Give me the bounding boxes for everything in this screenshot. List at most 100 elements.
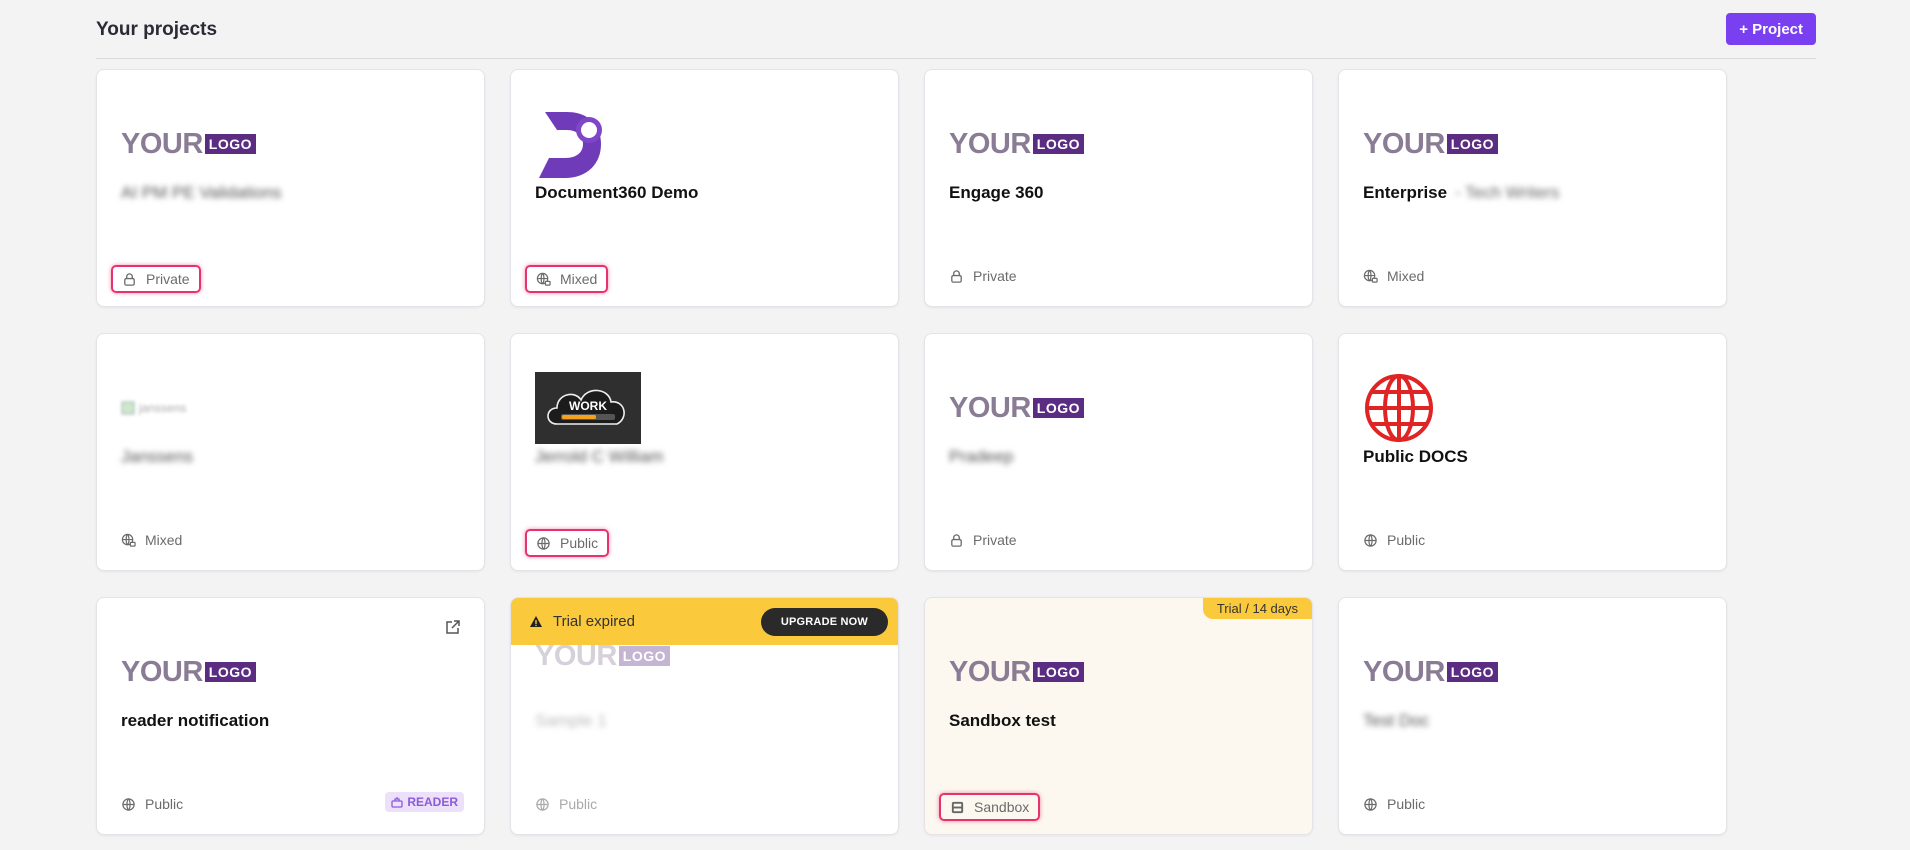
project-name: Enterprise - Tech Writers [1363, 183, 1559, 203]
logo-your-text: YOUR [1363, 127, 1445, 160]
project-logo [535, 108, 607, 180]
access-label: Sandbox [939, 793, 1041, 821]
project-name: Test Doc [1363, 711, 1430, 730]
logo-box-text: LOGO [204, 662, 257, 682]
project-name-suffix: - Tech Writers [1455, 183, 1560, 202]
access-text: Private [973, 532, 1017, 548]
project-card[interactable]: YOUR LOGO Pradeep Private [924, 333, 1313, 571]
mixed-globe-lock-icon [1363, 269, 1378, 283]
logo-box-text: LOGO [1446, 134, 1499, 154]
access-label: Public [535, 796, 597, 812]
project-logo: YOUR LOGO [949, 636, 1085, 708]
project-name: Engage 360 [949, 183, 1044, 202]
project-card[interactable]: YOUR LOGO Trial expired UPGRADE NOW Sampl… [510, 597, 899, 835]
logo-alt-text: janssens [139, 401, 187, 415]
project-logo: YOUR LOGO [949, 108, 1085, 180]
projects-header: Your projects + Project [96, 12, 1816, 59]
logo-your-text: YOUR [949, 655, 1031, 688]
project-logo [1363, 372, 1435, 444]
access-text: Private [146, 271, 190, 287]
globe-icon [122, 797, 135, 811]
project-card[interactable]: Document360 Demo Mixed [510, 69, 899, 307]
logo-box-text: LOGO [204, 134, 257, 154]
project-logo: YOUR LOGO [121, 636, 257, 708]
projects-grid: YOUR LOGO AI PM PE Validations Private Do… [96, 69, 1727, 835]
trial-days-badge: Trial / 14 days [1202, 598, 1312, 619]
access-label: Mixed [121, 532, 182, 548]
upgrade-now-button[interactable]: UPGRADE NOW [760, 607, 888, 636]
project-card[interactable]: Trial / 14 days YOUR LOGO Sandbox test Sa… [924, 597, 1313, 835]
project-name: Sample 1 [535, 711, 607, 730]
access-label: Private [111, 265, 201, 293]
project-logo: YOUR LOGO [121, 108, 257, 180]
project-card[interactable]: WORK Jerrold C William Public [510, 333, 899, 571]
access-text: Private [973, 268, 1017, 284]
lock-icon [124, 272, 135, 286]
project-name: Jerrold C William [535, 447, 664, 466]
access-label: Public [1363, 796, 1425, 812]
logo-your-text: YOUR [1363, 655, 1445, 688]
reader-badge-text: READER [407, 795, 458, 809]
logo-your-text: YOUR [949, 391, 1031, 424]
project-card[interactable]: YOUR LOGO AI PM PE Validations Private [96, 69, 485, 307]
access-label: Public [121, 796, 183, 812]
trial-expired-text: Trial expired [553, 613, 635, 630]
logo-box-text: LOGO [1032, 398, 1085, 418]
trial-expired-banner: Trial expired UPGRADE NOW [511, 598, 898, 645]
project-card[interactable]: Public DOCS Public [1338, 333, 1727, 571]
access-text: Public [559, 796, 598, 812]
broken-image-icon: janssens [121, 401, 186, 415]
logo-box-text: LOGO [1032, 662, 1085, 682]
logo-box-text: LOGO [618, 646, 671, 666]
project-card[interactable]: YOUR LOGO Enterprise - Tech Writers Mixed [1338, 69, 1727, 307]
page-title: Your projects [96, 19, 218, 40]
red-globe-logo [1365, 374, 1433, 442]
new-project-button[interactable]: + Project [1726, 13, 1816, 45]
project-name-main: Enterprise [1363, 183, 1448, 202]
access-label: Private [949, 532, 1017, 548]
svg-text:WORK: WORK [569, 399, 607, 413]
mixed-globe-lock-icon [536, 272, 551, 286]
access-text: Mixed [145, 532, 183, 548]
project-name: Pradeep [949, 447, 1014, 466]
mixed-globe-lock-icon [121, 533, 136, 547]
work-cloud-logo: WORK [535, 372, 641, 444]
logo-your-text: YOUR [121, 127, 203, 160]
globe-icon [537, 536, 550, 550]
project-name: reader notification [121, 711, 270, 730]
warning-icon [530, 615, 542, 627]
logo-box-text: LOGO [1032, 134, 1085, 154]
access-label: Mixed [1363, 268, 1424, 284]
access-text: Public [145, 796, 184, 812]
access-text: Public [1387, 796, 1426, 812]
project-name: AI PM PE Validations [121, 183, 282, 202]
project-card[interactable]: janssens Janssens Mixed [96, 333, 485, 571]
document360-logo [539, 112, 602, 178]
project-card[interactable]: YOUR LOGO Engage 360 Private [924, 69, 1313, 307]
project-logo: WORK [535, 372, 641, 444]
reader-icon [391, 797, 403, 808]
access-label: Public [525, 529, 610, 557]
logo-your-text: YOUR [121, 655, 203, 688]
globe-icon [536, 797, 549, 811]
access-text: Mixed [1387, 268, 1425, 284]
lock-icon [951, 533, 962, 547]
project-logo: YOUR LOGO [949, 372, 1085, 444]
project-logo: janssens [121, 372, 186, 444]
access-label: Public [1363, 532, 1425, 548]
access-text: Sandbox [974, 799, 1030, 815]
project-name: Document360 Demo [535, 183, 699, 202]
logo-box-text: LOGO [1446, 662, 1499, 682]
project-logo: YOUR LOGO [1363, 636, 1499, 708]
project-card[interactable]: YOUR LOGO reader notification Public READ… [96, 597, 485, 835]
access-label: Mixed [525, 265, 609, 293]
access-text: Public [560, 535, 599, 551]
lock-icon [951, 269, 962, 283]
project-name: Janssens [121, 447, 193, 466]
project-name: Sandbox test [949, 711, 1056, 730]
external-link-icon[interactable] [444, 618, 462, 636]
access-text: Public [1387, 532, 1426, 548]
access-text: Mixed [560, 271, 598, 287]
project-card[interactable]: YOUR LOGO Test Doc Public [1338, 597, 1727, 835]
globe-icon [1364, 797, 1377, 811]
